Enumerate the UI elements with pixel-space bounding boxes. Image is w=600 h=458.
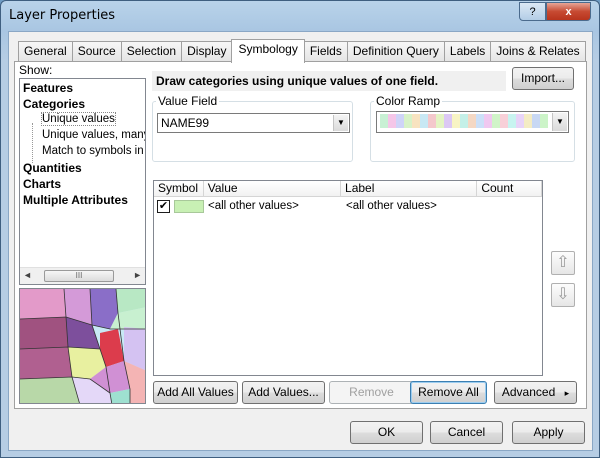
remove-all-button[interactable]: Remove All — [410, 381, 487, 404]
tree-item-categories[interactable]: Categories — [23, 97, 85, 111]
import-button[interactable]: Import... — [512, 67, 574, 90]
color-ramp-swatch — [500, 114, 508, 128]
color-ramp-swatch — [476, 114, 484, 128]
row-visibility-checkbox[interactable]: ✔ — [157, 200, 170, 213]
color-ramp-label: Color Ramp — [374, 94, 443, 108]
tab-source[interactable]: Source — [71, 41, 122, 62]
value-field-label: Value Field — [156, 94, 220, 108]
symbol-swatch[interactable] — [174, 200, 204, 213]
add-all-values-button[interactable]: Add All Values — [153, 381, 238, 404]
advanced-button[interactable]: Advanced ▸ — [494, 381, 577, 404]
renderer-description: Draw categories using unique values of o… — [152, 71, 506, 91]
color-ramp-swatch — [444, 114, 452, 128]
tab-labels[interactable]: Labels — [443, 41, 492, 62]
help-button[interactable]: ? — [519, 2, 546, 21]
color-ramp-swatch — [428, 114, 436, 128]
tree-item-features[interactable]: Features — [23, 81, 73, 95]
tab-joins-relates[interactable]: Joins & Relates — [490, 41, 586, 62]
chevron-down-icon[interactable]: ▼ — [333, 115, 348, 131]
tab-fields[interactable]: Fields — [303, 41, 348, 62]
remove-button[interactable]: Remove — [329, 381, 414, 404]
tab-strip: General Source Selection Display Symbolo… — [18, 39, 586, 63]
menu-arrow-icon: ▸ — [564, 388, 570, 398]
color-ramp-swatch — [460, 114, 468, 128]
show-label: Show: — [19, 63, 53, 77]
tab-selection[interactable]: Selection — [120, 41, 183, 62]
advanced-label: Advanced — [501, 385, 556, 399]
symbology-preview-image — [19, 288, 146, 404]
color-ramp-swatch — [524, 114, 532, 128]
tab-definition-query[interactable]: Definition Query — [346, 41, 445, 62]
color-ramp-swatch — [532, 114, 540, 128]
tree-item-quantities[interactable]: Quantities — [23, 161, 82, 175]
column-header-symbol[interactable]: Symbol — [154, 181, 204, 197]
column-header-count[interactable]: Count — [477, 181, 542, 197]
move-up-icon[interactable]: ⇧ — [551, 251, 575, 275]
chevron-down-icon[interactable]: ▼ — [552, 113, 567, 131]
layer-properties-window: Layer Properties ? x General Source Sele… — [0, 0, 600, 458]
color-ramp-swatch — [452, 114, 460, 128]
color-ramp-swatch — [412, 114, 420, 128]
color-ramp-swatch — [420, 114, 428, 128]
preview-map — [20, 289, 145, 403]
scrollbar-thumb[interactable]: III — [44, 270, 114, 282]
tab-symbology[interactable]: Symbology — [231, 39, 305, 63]
show-tree[interactable]: Features Categories Unique values Unique… — [19, 78, 146, 285]
tree-item-unique-values[interactable]: Unique values — [41, 112, 116, 126]
add-values-button[interactable]: Add Values... — [242, 381, 325, 404]
dialog-body: General Source Selection Display Symbolo… — [8, 31, 593, 451]
row-label: <all other values> — [346, 200, 437, 212]
close-button[interactable]: x — [546, 2, 591, 21]
title-bar[interactable]: Layer Properties ? x — [1, 1, 599, 31]
table-row[interactable]: ✔ <all other values> <all other values> — [154, 198, 542, 216]
unique-values-table[interactable]: Symbol Value Label Count ✔ <all other va… — [153, 180, 543, 376]
tree-item-multiple-attributes[interactable]: Multiple Attributes — [23, 193, 128, 207]
table-header: Symbol Value Label Count — [154, 181, 542, 197]
color-ramp-swatch — [396, 114, 404, 128]
value-field-dropdown[interactable]: NAME99 ▼ — [157, 113, 350, 133]
tree-item-match-to-symbols[interactable]: Match to symbols in a — [42, 145, 145, 157]
value-field-selected: NAME99 — [161, 116, 210, 130]
scroll-right-icon[interactable]: ► — [133, 270, 142, 280]
color-ramp-swatch — [380, 114, 388, 128]
move-down-icon[interactable]: ⇩ — [551, 283, 575, 307]
tree-connector — [32, 123, 33, 163]
cancel-button[interactable]: Cancel — [430, 421, 503, 444]
tree-item-unique-values-many-fields[interactable]: Unique values, many f — [42, 129, 145, 141]
color-ramp-swatch — [492, 114, 500, 128]
color-ramp-swatch — [516, 114, 524, 128]
color-ramp-swatches — [380, 114, 548, 128]
color-ramp-swatch — [388, 114, 396, 128]
tab-display[interactable]: Display — [181, 41, 233, 62]
color-ramp-swatch — [540, 114, 548, 128]
tab-general[interactable]: General — [18, 41, 73, 62]
color-ramp-dropdown[interactable]: ▼ — [376, 111, 569, 133]
color-ramp-swatch — [436, 114, 444, 128]
ok-button[interactable]: OK — [350, 421, 423, 444]
scroll-left-icon[interactable]: ◄ — [23, 270, 32, 280]
color-ramp-swatch — [508, 114, 516, 128]
symbology-panel: Show: Features Categories Unique values … — [14, 61, 587, 409]
row-value: <all other values> — [208, 200, 299, 212]
window-title: Layer Properties — [9, 8, 116, 23]
color-ramp-swatch — [484, 114, 492, 128]
apply-button[interactable]: Apply — [512, 421, 585, 444]
close-icon: x — [565, 5, 572, 18]
column-header-label[interactable]: Label — [341, 181, 478, 197]
color-ramp-swatch — [468, 114, 476, 128]
tree-horizontal-scrollbar[interactable]: ◄ III ► — [20, 267, 145, 284]
column-header-value[interactable]: Value — [203, 181, 342, 197]
color-ramp-swatch — [404, 114, 412, 128]
tree-item-charts[interactable]: Charts — [23, 177, 61, 191]
